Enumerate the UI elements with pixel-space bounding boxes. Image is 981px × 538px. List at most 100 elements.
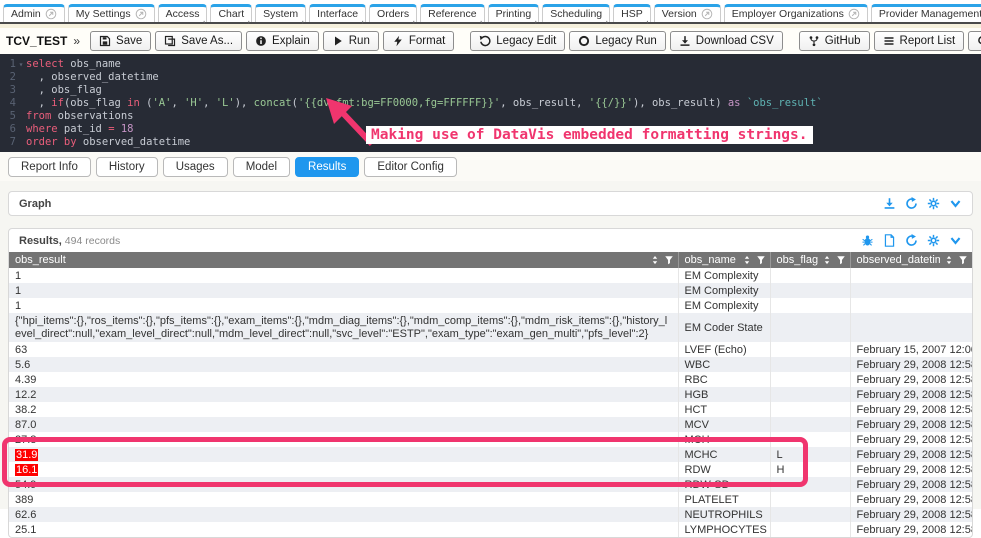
fold-marker: ▾ [16, 58, 26, 71]
table-row[interactable]: 5.6 WBC February 29, 2008 12:58 PM [9, 357, 972, 372]
column-header-observed-datetime[interactable]: observed_datetime [850, 252, 972, 268]
sort-icon[interactable] [822, 255, 832, 265]
column-header-label: obs_name [685, 254, 738, 266]
results-panel-header[interactable]: Results, 494 records [9, 229, 972, 252]
nav-tab-label: Reference [428, 8, 476, 20]
save-button[interactable]: Save [90, 31, 151, 51]
filter-icon[interactable] [664, 255, 674, 265]
cell-observed-datetime: February 29, 2008 12:58 PM [850, 387, 972, 402]
cell-obs-flag [770, 432, 850, 447]
tab-model[interactable]: Model [233, 157, 290, 177]
table-row[interactable]: 54.9 RDW-SD February 29, 2008 12:58 PM [9, 477, 972, 492]
column-header-obs-flag[interactable]: obs_flag [770, 252, 850, 268]
table-row[interactable]: {"hpi_items":{},"ros_items":{},"pfs_item… [9, 313, 972, 342]
tab-editor-config[interactable]: Editor Config [364, 157, 456, 177]
cell-observed-datetime: February 29, 2008 12:58 PM [850, 372, 972, 387]
line-number: 5 [0, 110, 16, 123]
download-csv-button[interactable]: Download CSV [670, 31, 783, 51]
table-row[interactable]: 12.2 HGB February 29, 2008 12:58 PM [9, 387, 972, 402]
refresh-icon[interactable] [905, 234, 918, 247]
cell-obs-name: RBC [678, 372, 770, 387]
nav-tab-interface[interactable]: Interface [309, 4, 366, 22]
legacy-run-button[interactable]: Legacy Run [569, 31, 665, 51]
tab-history[interactable]: History [96, 157, 158, 177]
nav-tab-my-settings[interactable]: My Settings [68, 4, 155, 22]
tab-report-info[interactable]: Report Info [8, 157, 91, 177]
run-button[interactable]: Run [323, 31, 379, 51]
cell-obs-flag: L [770, 447, 850, 462]
nav-tab-employer-organizations[interactable]: Employer Organizations [724, 4, 868, 22]
format-button[interactable]: Format [383, 31, 454, 51]
cell-observed-datetime: February 29, 2008 12:58 PM [850, 492, 972, 507]
sort-icon[interactable] [650, 255, 660, 265]
download-icon[interactable] [883, 197, 896, 210]
cell-obs-name: LVEF (Echo) [678, 342, 770, 357]
cell-observed-datetime: February 29, 2008 12:58 PM [850, 507, 972, 522]
gear-icon[interactable] [927, 234, 940, 247]
editor-line: 5 from observations [0, 110, 981, 123]
table-row[interactable]: 63 LVEF (Echo) February 15, 2007 12:00 A… [9, 342, 972, 357]
model-button[interactable]: Model [968, 31, 981, 51]
table-row[interactable]: 62.6 NEUTROPHILS February 29, 2008 12:58… [9, 507, 972, 522]
line-number: 2 [0, 71, 16, 84]
cell-obs-name: HCT [678, 402, 770, 417]
table-row[interactable]: 25.1 LYMPHOCYTES February 29, 2008 12:58… [9, 522, 972, 537]
table-row[interactable]: 389 PLATELET February 29, 2008 12:58 PM [9, 492, 972, 507]
save-as-button[interactable]: Save As... [155, 31, 242, 51]
table-row[interactable]: 31.9 MCHC L February 29, 2008 12:58 PM [9, 447, 972, 462]
filter-icon[interactable] [756, 255, 766, 265]
filter-icon[interactable] [958, 255, 968, 265]
nav-tab-admin[interactable]: Admin [3, 4, 65, 22]
legacy-edit-button[interactable]: Legacy Edit [470, 31, 565, 51]
table-row[interactable]: 1 EM Complexity [9, 298, 972, 313]
column-header-obs-result[interactable]: obs_result [9, 252, 678, 268]
nav-tab-label: Interface [317, 8, 358, 20]
graph-panel-header[interactable]: Graph [9, 192, 972, 215]
column-header-obs-name[interactable]: obs_name [678, 252, 770, 268]
chevron-down-icon[interactable] [949, 197, 962, 210]
table-row[interactable]: 38.2 HCT February 29, 2008 12:58 PM [9, 402, 972, 417]
nav-tab-hsp[interactable]: HSP [613, 4, 651, 22]
gear-icon[interactable] [927, 197, 940, 210]
table-row[interactable]: 1 EM Complexity [9, 283, 972, 298]
sort-icon[interactable] [944, 255, 954, 265]
file-icon[interactable] [883, 234, 896, 247]
nav-tab-version[interactable]: Version [654, 4, 721, 22]
nav-tab-system[interactable]: System [255, 4, 306, 22]
cell-obs-name: MCV [678, 417, 770, 432]
github-button[interactable]: GitHub [799, 31, 870, 51]
line-number: 6 [0, 123, 16, 136]
tab-results[interactable]: Results [295, 157, 359, 177]
explain-button[interactable]: Explain [246, 31, 319, 51]
nav-tab-scheduling[interactable]: Scheduling [542, 4, 610, 22]
table-row[interactable]: 1 EM Complexity [9, 268, 972, 283]
filter-icon[interactable] [836, 255, 846, 265]
nav-tab-provider-management[interactable]: Provider Management [871, 4, 981, 22]
chevron-down-icon[interactable] [949, 234, 962, 247]
table-row[interactable]: 16.1 RDW H February 29, 2008 12:58 PM [9, 462, 972, 477]
refresh-icon[interactable] [905, 197, 918, 210]
nav-tab-printing[interactable]: Printing [488, 4, 540, 22]
table-row[interactable]: 27.8 MCH February 29, 2008 12:58 PM [9, 432, 972, 447]
graph-panel-title: Graph [19, 198, 51, 210]
play-icon [332, 35, 344, 47]
bug-icon[interactable] [861, 234, 874, 247]
sort-icon[interactable] [742, 255, 752, 265]
button-label: GitHub [825, 35, 861, 47]
report-list-button[interactable]: Report List [874, 31, 965, 51]
report-breadcrumb-chevron[interactable]: » [73, 34, 80, 48]
nav-tab-label: Chart [218, 8, 244, 20]
report-name: TCV_TEST [6, 34, 67, 48]
nav-tab-reference[interactable]: Reference [420, 4, 484, 22]
table-row[interactable]: 4.39 RBC February 29, 2008 12:58 PM [9, 372, 972, 387]
nav-tab-label: Scheduling [550, 8, 602, 20]
nav-tab-orders[interactable]: Orders [369, 4, 417, 22]
cell-observed-datetime: February 29, 2008 12:58 PM [850, 477, 972, 492]
cell-obs-name: PLATELET [678, 492, 770, 507]
nav-tab-access[interactable]: Access [158, 4, 208, 22]
table-row[interactable]: 87.0 MCV February 29, 2008 12:58 PM [9, 417, 972, 432]
nav-tab-chart[interactable]: Chart [210, 4, 252, 22]
undo-icon [479, 35, 491, 47]
tab-usages[interactable]: Usages [163, 157, 228, 177]
cell-obs-name: EM Complexity [678, 268, 770, 283]
